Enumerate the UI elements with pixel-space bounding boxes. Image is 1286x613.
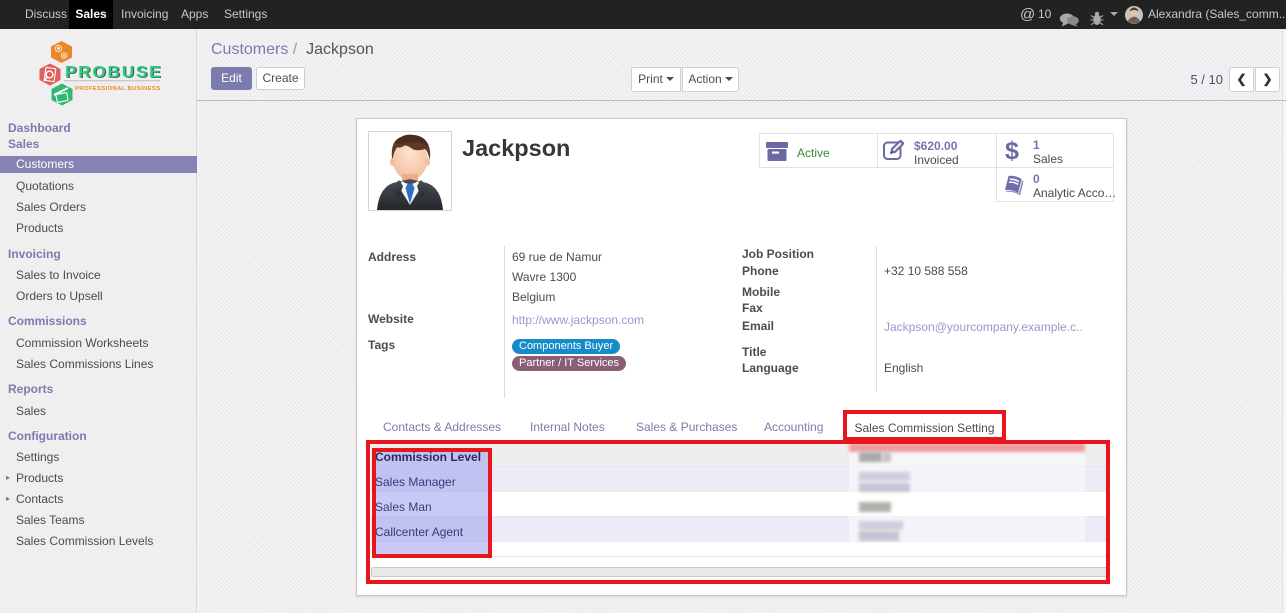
svg-text:PROFESSIONAL BUSINESS: PROFESSIONAL BUSINESS bbox=[75, 86, 160, 92]
svg-text:PROBUSE: PROBUSE bbox=[65, 62, 162, 81]
